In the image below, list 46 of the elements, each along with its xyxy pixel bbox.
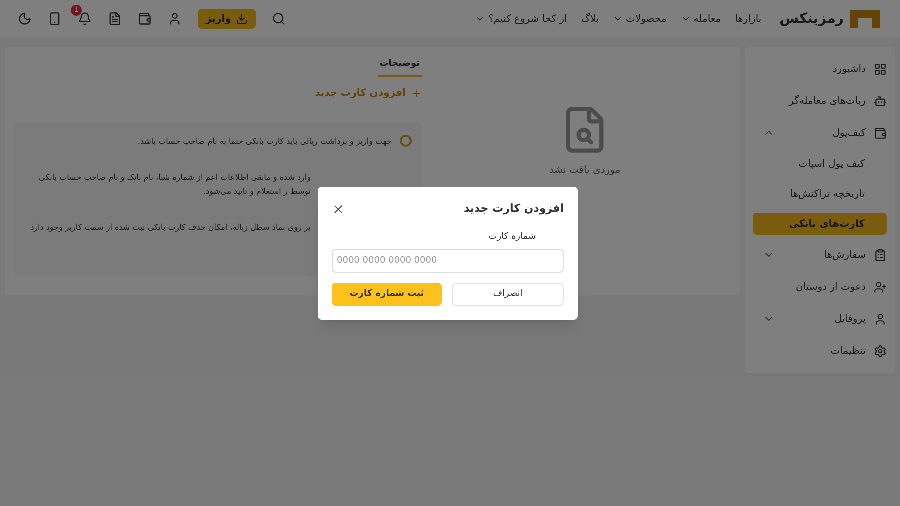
nav-link[interactable]: معامله [680,12,722,26]
document-icon[interactable] [108,12,122,26]
wallet-icon[interactable] [138,12,152,26]
info-text: جهت واریز و برداشت ریالی باید کارت بانکی حتما به نام صاحب حساب باشد. [138,136,392,148]
add-card-link[interactable]: افزودن کارت جدید [315,83,422,103]
sidebar-subitem[interactable]: کارت‌های بانکی [753,213,887,235]
settings-icon [874,344,887,358]
submit-button[interactable]: ثبت شماره کارت [332,283,442,306]
sidebar-item[interactable]: دعوت از دوستان [753,271,887,303]
dialog-title: افزودن کارت جدید [464,201,564,217]
cancel-button[interactable]: انصراف [452,283,564,306]
phone-icon[interactable] [48,12,62,26]
tab[interactable]: توضیحات [378,55,422,77]
nav-link[interactable]: محصولات [613,12,667,26]
wallet-icon [874,126,887,140]
sidebar-item[interactable]: ربات‌های معامله‌گر [753,85,887,117]
user-plus-icon [874,280,887,294]
nav-link[interactable]: از کجا شروع کنیم؟ [475,12,568,26]
sidebar-item[interactable]: تنظیمات [753,335,887,367]
field-label: شماره کارت [488,230,536,244]
bell-icon[interactable] [78,12,92,26]
sidebar-item[interactable]: کیف‌پول [753,117,887,149]
robot-icon [874,94,887,108]
info-text: بر روی نماد سطل زباله، امکان حذف کارت بانکی ثبت شده از سمت کاربر وجود دارد [30,222,311,234]
user-icon[interactable] [168,12,182,26]
download-icon [236,13,248,25]
sidebar-item[interactable]: داشبورد [753,53,887,85]
sidebar-subitem[interactable]: تاریخچه تراکنش‌ها [753,183,887,205]
card-number-field[interactable]: 0000 0000 0000 0000 [332,249,564,273]
deposit-button[interactable]: واریز [198,9,256,29]
info-text: وارد شده و مابقی اطلاعات اعم از شماره شبا، نام بانک و نام صاحب حساب بانکی توسط ر استعلام و تایید می‌شود. [38,172,311,198]
search-icon[interactable] [272,12,286,26]
logo-icon [850,10,880,28]
grid-icon [874,62,887,76]
nav-link[interactable]: بازارها [735,12,762,26]
moon-icon[interactable] [18,12,32,26]
plus-icon [411,88,422,98]
sidebar-subitem[interactable]: کیف پول اسپات [753,153,887,175]
list-icon [874,248,887,262]
sidebar-item[interactable]: سفارش‌ها [753,239,887,271]
empty-state-text: موردی یافت نشد [549,164,621,178]
nav-link[interactable]: بلاگ [581,12,600,26]
user-icon [874,312,887,326]
sidebar-item[interactable]: پروفایل [753,303,887,335]
close-icon[interactable] [332,202,345,216]
logo-text: رمزینکس [780,10,844,28]
